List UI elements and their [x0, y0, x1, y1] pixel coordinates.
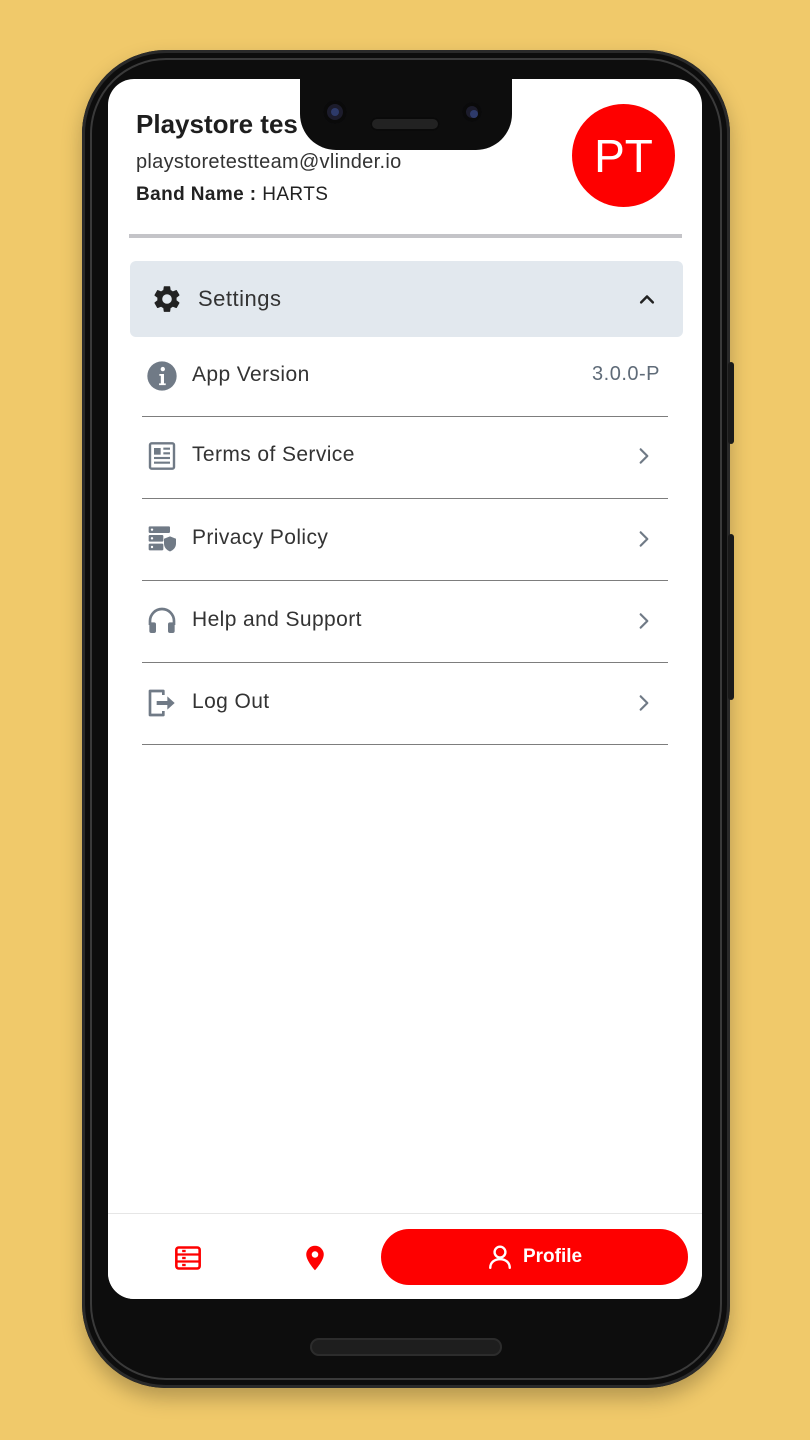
earpiece-speaker — [370, 117, 440, 131]
location-pin-icon[interactable] — [301, 1244, 329, 1272]
menu-item-label: Privacy Policy — [192, 526, 329, 549]
band-name-value: HARTS — [262, 184, 329, 205]
volume-button — [728, 534, 734, 700]
chevron-right-icon — [639, 531, 649, 547]
settings-title: Settings — [198, 286, 282, 311]
profile-email: playstoretestteam@vlinder.io — [136, 151, 402, 173]
power-button — [728, 362, 734, 444]
menu-item-label: Terms of Service — [192, 443, 355, 466]
menu-item-app-version[interactable]: App Version 3.0.0-P — [142, 336, 668, 417]
settings-section-header[interactable]: Settings — [130, 261, 683, 337]
bottom-navigation: Profile — [108, 1213, 702, 1299]
front-camera — [323, 100, 347, 124]
server-shield-icon — [148, 526, 176, 552]
gear-icon — [154, 286, 180, 312]
header-divider — [129, 234, 682, 238]
app-screen: Playstore tes playstoretestteam@vlinder.… — [108, 79, 702, 1299]
menu-item-label: Log Out — [192, 690, 270, 713]
logout-icon — [148, 689, 175, 717]
menu-item-log-out[interactable]: Log Out — [142, 663, 668, 745]
menu-item-label: App Version — [192, 363, 310, 386]
chevron-right-icon — [639, 695, 649, 711]
user-icon — [488, 1245, 511, 1270]
chin-speaker-grille — [310, 1338, 502, 1356]
front-sensor — [462, 102, 482, 122]
band-name-label: Band Name : — [136, 184, 257, 205]
chevron-up-icon[interactable] — [637, 289, 657, 309]
list-icon[interactable] — [174, 1244, 202, 1272]
info-icon — [147, 361, 177, 391]
menu-item-label: Help and Support — [192, 608, 362, 631]
avatar[interactable]: PT — [572, 104, 675, 207]
document-icon — [148, 442, 176, 470]
menu-item-privacy-policy[interactable]: Privacy Policy — [142, 499, 668, 581]
headphones-icon — [148, 607, 176, 633]
profile-tab-button[interactable]: Profile — [381, 1229, 688, 1285]
chevron-right-icon — [639, 613, 649, 629]
chevron-right-icon — [639, 448, 649, 464]
profile-name: Playstore tes — [136, 109, 298, 139]
menu-item-help-and-support[interactable]: Help and Support — [142, 581, 668, 663]
profile-tab-label: Profile — [522, 1246, 583, 1267]
menu-item-terms-of-service[interactable]: Terms of Service — [142, 416, 668, 499]
band-name-line: Band Name : HARTS — [136, 184, 328, 206]
app-version-value: 3.0.0-P — [592, 363, 660, 385]
